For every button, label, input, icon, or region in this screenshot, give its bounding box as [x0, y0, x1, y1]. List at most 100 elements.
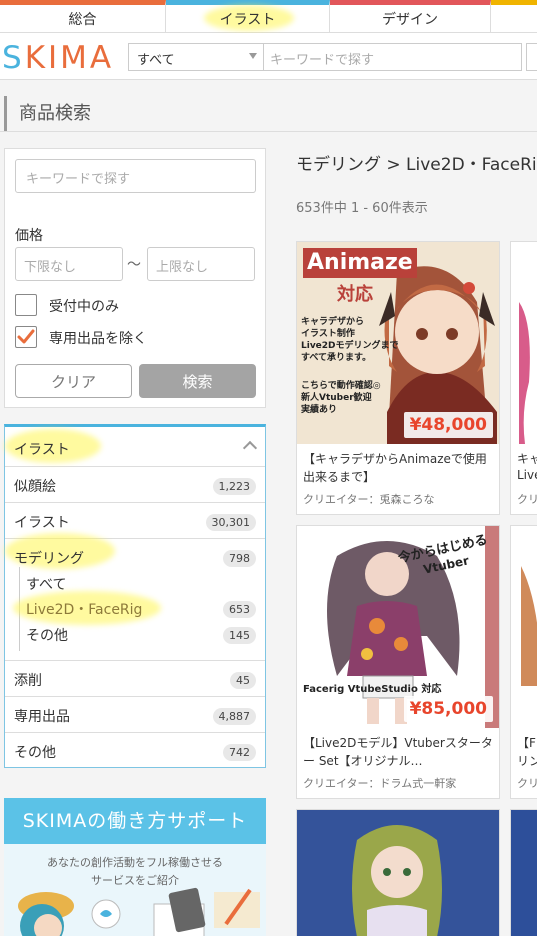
- category-count: 742: [223, 744, 256, 761]
- category-row[interactable]: その他 742: [5, 733, 265, 768]
- category-row[interactable]: 添削 45: [5, 661, 265, 697]
- work-support-banner[interactable]: SKIMAの働き方サポート あなたの創作活動をフル稼働させる サービスをご紹介: [4, 798, 266, 936]
- open-only-checkbox[interactable]: [15, 294, 37, 316]
- card-art-text-bottom: Facerig VtubeStudio 対応: [303, 684, 442, 695]
- subcategory-guide-line: [19, 567, 20, 651]
- product-title: 【F: [517, 736, 536, 750]
- character-illustration: [297, 810, 499, 936]
- product-creator[interactable]: クリエイター：ドラム式一軒家: [303, 775, 456, 791]
- card-art-title: Animaze: [303, 248, 417, 278]
- product-thumbnail: [511, 526, 537, 728]
- product-title[interactable]: 【キャラデザからAnimazeで使用出来るまで】: [303, 450, 495, 486]
- product-thumbnail[interactable]: Animaze 対応 キャラデザから イラスト制作 Live2Dモデリングまで …: [297, 242, 499, 444]
- subcategory-item-live2d[interactable]: Live2D・FaceRig: [26, 599, 142, 619]
- site-header: SKIMA すべて キーワードで探す: [0, 33, 537, 80]
- page-title: 商品検索: [4, 96, 91, 131]
- keyword-input[interactable]: キーワードで探す: [15, 159, 256, 193]
- tab-design-label: デザイン: [382, 12, 438, 28]
- product-title: キャ: [517, 452, 537, 466]
- exclude-exclusive-checkbox[interactable]: [15, 326, 37, 348]
- result-count: 653件中 1 - 60件表示: [296, 201, 428, 216]
- price-min-placeholder: 下限なし: [24, 260, 77, 275]
- price-min-input[interactable]: 下限なし: [15, 247, 123, 281]
- category-label: その他: [14, 745, 56, 761]
- product-thumbnail: [511, 810, 537, 936]
- category-count: 653: [223, 601, 256, 618]
- category-select[interactable]: すべて: [128, 43, 264, 71]
- category-row[interactable]: 専用出品 4,887: [5, 697, 265, 733]
- price-max-input[interactable]: 上限なし: [147, 247, 255, 281]
- card-art-title2: 対応: [337, 284, 373, 305]
- search-panel: キーワードで探す 価格 下限なし 〜 上限なし 受付中のみ 専用出品を除く クリ…: [4, 148, 266, 408]
- header-search-input[interactable]: キーワードで探す: [263, 43, 522, 71]
- chevron-down-icon: [249, 53, 257, 59]
- product-card[interactable]: 今からはじめる Vtuber Facerig VtubeStudio 対応 ¥8…: [296, 525, 500, 799]
- price-range-separator: 〜: [127, 257, 141, 273]
- search-button[interactable]: 検索: [139, 364, 256, 398]
- card-art-line: 実績あり: [301, 405, 338, 415]
- product-thumbnail[interactable]: 今からはじめる Vtuber Facerig VtubeStudio 対応 ¥8…: [297, 526, 499, 728]
- price-label: 価格: [15, 228, 43, 244]
- category-count: 45: [230, 672, 256, 689]
- chevron-up-icon[interactable]: [242, 440, 258, 456]
- category-count: 30,301: [205, 514, 256, 531]
- card-art-line: すべて承ります。: [301, 353, 372, 363]
- banner-illustration: [18, 887, 260, 936]
- category-label: 似顔絵: [14, 479, 56, 495]
- category-row-modeling: モデリング 798 すべて Live2D・FaceRig 653 その他 145: [5, 533, 265, 661]
- banner-subtitle-line1: あなたの創作活動をフル稼働させる: [47, 856, 223, 869]
- category-label: イラスト: [14, 515, 70, 531]
- title-divider: [0, 131, 537, 132]
- exclude-exclusive-label[interactable]: 専用出品を除く: [49, 328, 147, 348]
- category-panel-title: イラスト: [14, 442, 70, 458]
- tab-next[interactable]: [491, 0, 537, 33]
- product-creator: クリ: [517, 777, 537, 790]
- category-row[interactable]: 似顔絵 1,223: [5, 467, 265, 503]
- category-label[interactable]: モデリング: [14, 548, 84, 568]
- header-search-placeholder: キーワードで探す: [270, 53, 375, 68]
- product-card-partial[interactable]: 【F リン クリ: [510, 525, 537, 799]
- keyword-placeholder: キーワードで探す: [26, 172, 131, 187]
- tab-general[interactable]: 総合: [0, 0, 166, 33]
- product-thumbnail[interactable]: [297, 810, 499, 936]
- tab-illust[interactable]: イラスト: [166, 0, 330, 33]
- checkmark-icon: [17, 329, 35, 344]
- product-card-partial[interactable]: キャ Live クリ: [510, 241, 537, 515]
- category-count: 1,223: [212, 478, 256, 495]
- product-card[interactable]: Animaze 対応 キャラデザから イラスト制作 Live2Dモデリングまで …: [296, 241, 500, 515]
- product-creator[interactable]: クリエイター：兎森ころな: [303, 491, 435, 507]
- product-creator: クリ: [517, 493, 537, 506]
- tab-general-label: 総合: [68, 12, 97, 28]
- banner-title: SKIMAの働き方サポート: [4, 798, 266, 844]
- result-breadcrumb: モデリング > Live2D・FaceRig: [296, 155, 537, 175]
- tab-illust-label: イラスト: [219, 12, 276, 28]
- header-search-button[interactable]: [526, 43, 537, 71]
- price-tag: ¥85,000: [403, 696, 493, 722]
- category-panel-header[interactable]: イラスト: [5, 427, 265, 467]
- product-title: リン: [517, 754, 537, 768]
- skima-logo[interactable]: SKIMA: [2, 40, 114, 76]
- product-title: Live: [517, 468, 537, 482]
- price-max-placeholder: 上限なし: [156, 260, 209, 275]
- category-count: 4,887: [212, 708, 256, 725]
- logo-letter-s: S: [2, 40, 25, 76]
- category-count: 798: [223, 550, 256, 567]
- category-select-value: すべて: [137, 53, 175, 68]
- price-tag: ¥48,000: [403, 412, 493, 438]
- category-label: 添削: [14, 673, 42, 689]
- clear-button[interactable]: クリア: [15, 364, 132, 398]
- product-thumbnail: [511, 242, 537, 444]
- subcategory-item-other[interactable]: その他: [26, 625, 68, 645]
- product-title[interactable]: 【Live2Dモデル】Vtuberスターター Set【オリジナル…: [303, 734, 495, 770]
- category-label: 専用出品: [14, 709, 70, 725]
- subcategory-item-all[interactable]: すべて: [26, 574, 66, 594]
- category-row[interactable]: イラスト 30,301: [5, 503, 265, 539]
- product-card-partial[interactable]: [510, 809, 537, 936]
- top-category-tabs: 総合 イラスト デザイン: [0, 0, 537, 33]
- category-count: 145: [223, 627, 256, 644]
- category-panel: イラスト 似顔絵 1,223 イラスト 30,301 モデリング 798 すべて…: [4, 424, 266, 768]
- product-card[interactable]: [296, 809, 500, 936]
- tab-design[interactable]: デザイン: [330, 0, 491, 33]
- logo-letters-kima: KIMA: [24, 40, 115, 76]
- open-only-label[interactable]: 受付中のみ: [49, 296, 119, 316]
